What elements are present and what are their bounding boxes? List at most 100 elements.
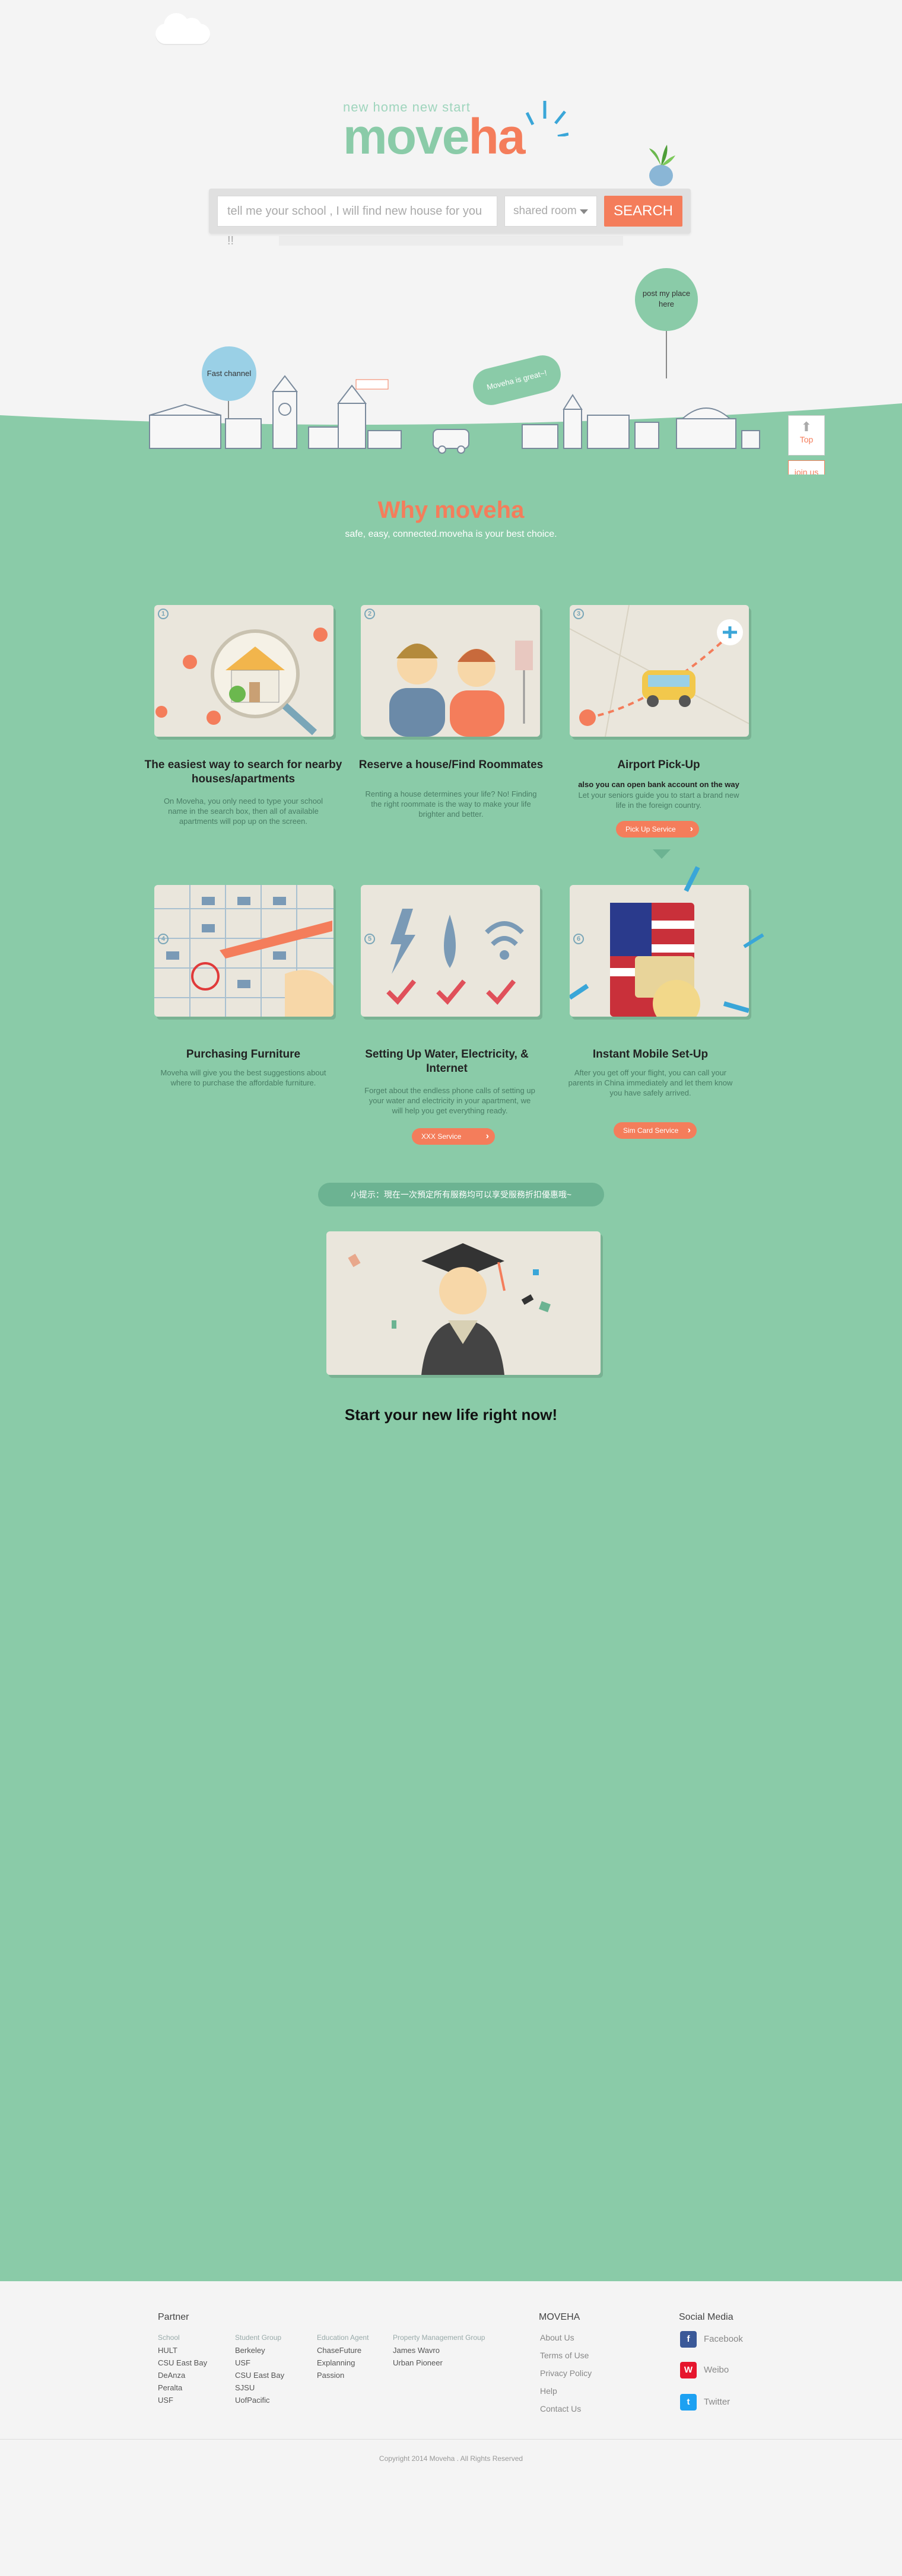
furniture-illustration	[154, 885, 334, 1017]
facebook-icon: f	[680, 2331, 697, 2348]
chevron-right-icon: ›	[690, 824, 693, 834]
feature-card-utilities: 5	[361, 885, 540, 1017]
step-number: 2	[364, 609, 375, 619]
copyright: Copyright 2014 Moveha . All Rights Reser…	[379, 2454, 523, 2463]
partner-link[interactable]: USF	[158, 2394, 207, 2406]
partner-link[interactable]: ChaseFuture	[317, 2344, 361, 2357]
partner-property-list: James Wavro Urban Pioneer	[393, 2344, 443, 2369]
section-title: Why moveha	[377, 497, 525, 523]
partner-column-heading: Property Management Group	[393, 2333, 485, 2342]
footer-link-terms[interactable]: Terms of Use	[540, 2346, 592, 2364]
weibo-icon: W	[680, 2362, 697, 2378]
confetti-icon	[684, 866, 700, 892]
confetti-icon	[743, 933, 764, 948]
feature-description: On Moveha, you only need to type your sc…	[163, 797, 323, 826]
why-moveha-section: Why moveha safe, easy, connected.moveha …	[0, 475, 902, 2281]
roommates-illustration	[389, 641, 533, 737]
moveha-heading: MOVEHA	[539, 2312, 580, 2322]
partner-link[interactable]: CSU East Bay	[235, 2369, 284, 2381]
partner-link[interactable]: HULT	[158, 2344, 207, 2357]
partner-heading: Partner	[158, 2312, 189, 2322]
feature-description: Renting a house determines your life? No…	[365, 789, 537, 819]
partner-school-list: HULT CSU East Bay DeAnza Peralta USF	[158, 2344, 207, 2406]
step-number: 1	[158, 609, 169, 619]
social-heading: Social Media	[679, 2312, 733, 2322]
arrow-up-icon: ⬆	[801, 419, 812, 434]
chevron-right-icon: ›	[687, 1125, 691, 1135]
tip-banner: 小提示：現在一次預定所有服務均可以享受服務折扣優惠哦~	[318, 1183, 604, 1206]
moveha-links: About Us Terms of Use Privacy Policy Hel…	[540, 2329, 592, 2418]
footer-link-help[interactable]: Help	[540, 2382, 592, 2400]
social-facebook[interactable]: f Facebook	[680, 2331, 743, 2348]
xxx-service-button[interactable]: XXX Service ›	[412, 1128, 495, 1145]
airport-pickup-illustration	[570, 605, 749, 737]
footer-link-contact[interactable]: Contact Us	[540, 2400, 592, 2418]
partner-link[interactable]: UofPacific	[235, 2394, 284, 2406]
house-search-illustration	[155, 628, 328, 735]
partner-link[interactable]: Passion	[317, 2369, 361, 2381]
footer-link-privacy[interactable]: Privacy Policy	[540, 2364, 592, 2382]
social-weibo[interactable]: W Weibo	[680, 2362, 729, 2378]
down-arrow-icon	[653, 849, 671, 859]
feature-title: Reserve a house/Find Roommates	[358, 759, 544, 771]
feature-description: After you get off your flight, you can c…	[568, 1068, 733, 1097]
feature-card-pickup: 3	[570, 605, 749, 737]
step-number: 4	[158, 934, 169, 944]
back-to-top-label: Top	[799, 435, 814, 444]
join-us-button[interactable]: join us	[788, 460, 825, 475]
step-number: 5	[364, 934, 375, 944]
partner-link[interactable]: Berkeley	[235, 2344, 284, 2357]
chevron-right-icon: ›	[485, 1131, 489, 1141]
sim-card-service-button[interactable]: Sim Card Service ›	[614, 1122, 697, 1139]
xxx-service-label: XXX Service	[421, 1132, 462, 1141]
partner-link[interactable]: James Wavro	[393, 2344, 443, 2357]
partner-link[interactable]: USF	[235, 2357, 284, 2369]
partner-link[interactable]: SJSU	[235, 2381, 284, 2394]
step-number: 3	[573, 609, 584, 619]
section-subtitle: safe, easy, connected.moveha is your bes…	[345, 529, 557, 539]
hero-section: new home new start moveha tell me your s…	[0, 0, 902, 475]
feature-card-furniture: 4	[154, 885, 334, 1017]
feature-card-search: 1	[154, 605, 334, 737]
partner-link[interactable]: Explanning	[317, 2357, 361, 2369]
footer: Partner School HULT CSU East Bay DeAnza …	[0, 2281, 902, 2576]
partner-link[interactable]: CSU East Bay	[158, 2357, 207, 2369]
graduate-card	[326, 1231, 601, 1375]
partner-student-group-list: Berkeley USF CSU East Bay SJSU UofPacifi…	[235, 2344, 284, 2406]
back-to-top-button[interactable]: ⬆ Top	[788, 415, 825, 456]
feature-description-bold: also you can open bank account on the wa…	[578, 780, 739, 789]
utilities-illustration	[386, 909, 524, 1005]
city-skyline-illustration	[0, 375, 902, 475]
feature-title: Setting Up Water, Electricity, & Interne…	[365, 1048, 529, 1075]
feature-card-roommates: 2	[361, 605, 540, 737]
feature-description: Let your seniors guide you to start a br…	[578, 791, 739, 810]
partner-link[interactable]: DeAnza	[158, 2369, 207, 2381]
feature-title: The easiest way to search for nearby hou…	[144, 759, 342, 785]
mobile-setup-illustration	[570, 903, 749, 1017]
twitter-icon: t	[680, 2394, 697, 2411]
footer-divider	[0, 2439, 902, 2440]
graduate-illustration	[348, 1243, 551, 1375]
feature-description: Forget about the endless phone calls of …	[364, 1086, 535, 1115]
sim-card-service-label: Sim Card Service	[623, 1126, 679, 1135]
social-label: Twitter	[704, 2396, 731, 2407]
partner-agent-list: ChaseFuture Explanning Passion	[317, 2344, 361, 2381]
social-label: Facebook	[704, 2333, 743, 2344]
partner-link[interactable]: Urban Pioneer	[393, 2357, 443, 2369]
feature-description: Moveha will give you the best suggestion…	[160, 1068, 326, 1087]
partner-column-heading: Student Group	[235, 2333, 282, 2342]
feature-title: Instant Mobile Set-Up	[592, 1048, 709, 1061]
partner-column-heading: Education Agent	[317, 2333, 369, 2342]
step-number: 6	[573, 934, 584, 944]
feature-title: Airport Pick-Up	[617, 759, 700, 771]
social-twitter[interactable]: t Twitter	[680, 2394, 730, 2411]
partner-column-heading: School	[158, 2333, 180, 2342]
partner-link[interactable]: Peralta	[158, 2381, 207, 2394]
pick-up-service-button[interactable]: Pick Up Service ›	[616, 821, 699, 838]
feature-card-mobile: 6	[570, 885, 749, 1017]
footer-link-about[interactable]: About Us	[540, 2329, 592, 2346]
cta-heading: Start your new life right now!	[344, 1406, 558, 1424]
social-label: Weibo	[704, 2364, 729, 2375]
pick-up-service-label: Pick Up Service	[625, 825, 676, 833]
feature-title: Purchasing Furniture	[186, 1048, 301, 1061]
